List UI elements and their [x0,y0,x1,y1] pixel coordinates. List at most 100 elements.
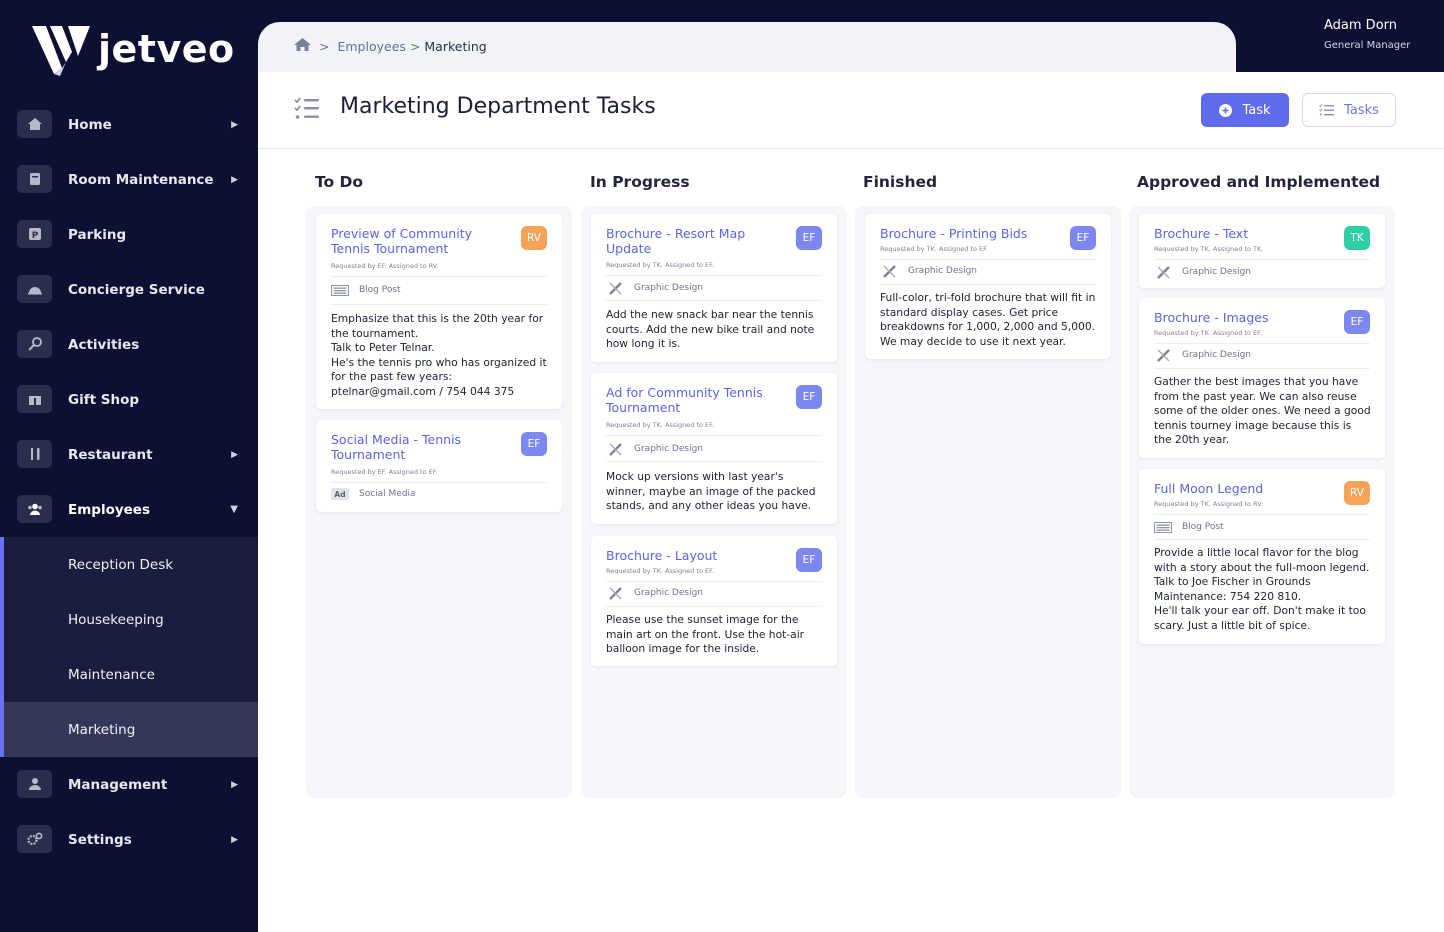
tasks-list-button[interactable]: Tasks [1302,93,1396,127]
task-card[interactable]: Brochure - Printing Bids EF Requested by… [865,214,1111,359]
sidebar-item-employees[interactable]: Employees ▼ [0,482,258,537]
sidebar-item-concierge-service[interactable]: Concierge Service [0,262,258,317]
gift-icon [17,385,52,413]
task-title[interactable]: Ad for Community Tennis Tournament [606,385,776,415]
sidebar-item-label: Maintenance [68,666,155,683]
users-icon [17,495,52,523]
sidebar-item-marketing[interactable]: Marketing [0,702,258,757]
category-label: Blog Post [359,285,401,295]
task-description: Mock up versions with last year's winner… [606,470,816,512]
tasks-list-label: Tasks [1344,102,1379,118]
checklist-icon [294,97,319,119]
column-in-progress: Brochure - Resort Map Update EF Requeste… [581,206,847,798]
task-title[interactable]: Brochure - Printing Bids [880,226,1050,241]
page-title: Marketing Department Tasks [340,94,656,119]
sidebar-item-housekeeping[interactable]: Housekeeping [0,592,258,647]
task-card[interactable]: Preview of Community Tennis Tournament R… [316,214,562,409]
task-meta: Requested by EF. Assigned to RV. [331,262,439,270]
sidebar-item-settings[interactable]: Settings ▶ [0,812,258,867]
sidebar-item-label: Reception Desk [68,556,174,573]
sidebar-item-room-maintenance[interactable]: Room Maintenance ▶ [0,152,258,207]
task-title[interactable]: Social Media - Tennis Tournament [331,432,501,462]
main-content: Marketing Department Tasks Task Tasks To… [258,72,1444,932]
breadcrumb-current: Marketing [424,38,487,54]
breadcrumb-employees-link[interactable]: Employees [337,39,405,54]
task-title[interactable]: Brochure - Resort Map Update [606,226,776,256]
column-title-in-progress: In Progress [590,173,690,191]
assignee-badge: EF [796,385,822,409]
sidebar-item-parking[interactable]: P Parking [0,207,258,262]
breadcrumb-separator: > [319,38,330,54]
chevron-right-icon: ▶ [231,174,238,185]
task-card[interactable]: Ad for Community Tennis Tournament EF Re… [591,373,837,524]
task-meta: Requested by TK. Assigned to EF. [880,245,988,253]
category-label: Graphic Design [1182,267,1251,277]
task-meta: Requested by TK. Assigned to EF. [606,567,714,575]
task-card[interactable]: Brochure - Resort Map Update EF Requeste… [591,214,837,362]
task-title[interactable]: Full Moon Legend [1154,481,1324,496]
newspaper-icon [331,284,349,296]
sidebar-item-management[interactable]: Management ▶ [0,757,258,812]
task-title[interactable]: Brochure - Images [1154,310,1324,325]
manager-icon [17,770,52,798]
column-title-to-do: To Do [315,173,364,191]
category-label: Graphic Design [634,283,703,293]
logo[interactable]: jetveo [32,22,235,76]
list-icon [1319,104,1335,116]
sidebar-item-label: Activities [68,336,140,353]
divider [1154,514,1370,515]
task-card[interactable]: Brochure - Text TK Requested by TK. Assi… [1139,214,1385,288]
sidebar-item-restaurant[interactable]: Restaurant ▶ [0,427,258,482]
column-approved: Brochure - Text TK Requested by TK. Assi… [1129,206,1395,798]
design-tools-icon [606,442,624,456]
jetveo-logo-icon [32,26,90,76]
chevron-right-icon: ▶ [231,779,238,790]
sidebar-item-label: Parking [68,226,127,243]
user-role: General Manager [1324,40,1411,51]
task-card[interactable]: Social Media - Tennis Tournament EF Requ… [316,420,562,512]
column-finished: Brochure - Printing Bids EF Requested by… [855,206,1121,798]
divider [1154,368,1370,369]
column-title-finished: Finished [863,173,938,191]
task-title[interactable]: Brochure - Text [1154,226,1324,241]
divider [606,300,822,301]
design-tools-icon [880,264,898,278]
task-title[interactable]: Preview of Community Tennis Tournament [331,226,501,256]
add-task-button[interactable]: Task [1201,93,1289,127]
sidebar-item-reception-desk[interactable]: Reception Desk [0,537,258,592]
task-category: Graphic Design [1154,265,1251,279]
task-card[interactable]: Brochure - Images EF Requested by TK. As… [1139,298,1385,458]
assignee-badge: TK [1344,226,1370,250]
sidebar-item-gift-shop[interactable]: Gift Shop [0,372,258,427]
sidebar-item-home[interactable]: Home ▶ [0,97,258,152]
home-icon [17,110,52,138]
category-label: Graphic Design [908,266,977,276]
category-label: Social Media [359,489,416,499]
task-description: Gather the best images that you have fro… [1154,375,1371,446]
column-title-approved: Approved and Implemented [1137,173,1381,191]
sidebar: jetveo Home ▶ Room Maintenance ▶ P Parki… [0,0,258,932]
divider [1154,259,1370,260]
task-card[interactable]: Full Moon Legend RV Requested by TK. Ass… [1139,469,1385,644]
sidebar-item-label: Room Maintenance [68,171,214,188]
brand-name: jetveo [98,27,235,71]
assignee-badge: EF [1070,226,1096,250]
sidebar-item-activities[interactable]: Activities [0,317,258,372]
sidebar-item-label: Restaurant [68,446,153,463]
task-description: Please use the sunset image for the main… [606,613,805,655]
design-tools-icon [1154,348,1172,362]
task-card[interactable]: Brochure - Layout EF Requested by TK. As… [591,536,837,666]
user-profile[interactable]: Adam Dorn General Manager [1234,0,1444,72]
sidebar-item-maintenance[interactable]: Maintenance [0,647,258,702]
divider [331,276,547,277]
plus-circle-icon [1219,103,1233,117]
breadcrumb: > Employees > Marketing [294,38,487,54]
sidebar-item-label: Management [68,776,168,793]
task-title[interactable]: Brochure - Layout [606,548,776,563]
design-tools-icon [1154,265,1172,279]
task-category: Blog Post [1154,521,1224,533]
design-tools-icon [606,586,624,600]
home-icon[interactable] [294,38,311,54]
sidebar-item-label: Settings [68,831,132,848]
cutlery-icon [17,440,52,468]
